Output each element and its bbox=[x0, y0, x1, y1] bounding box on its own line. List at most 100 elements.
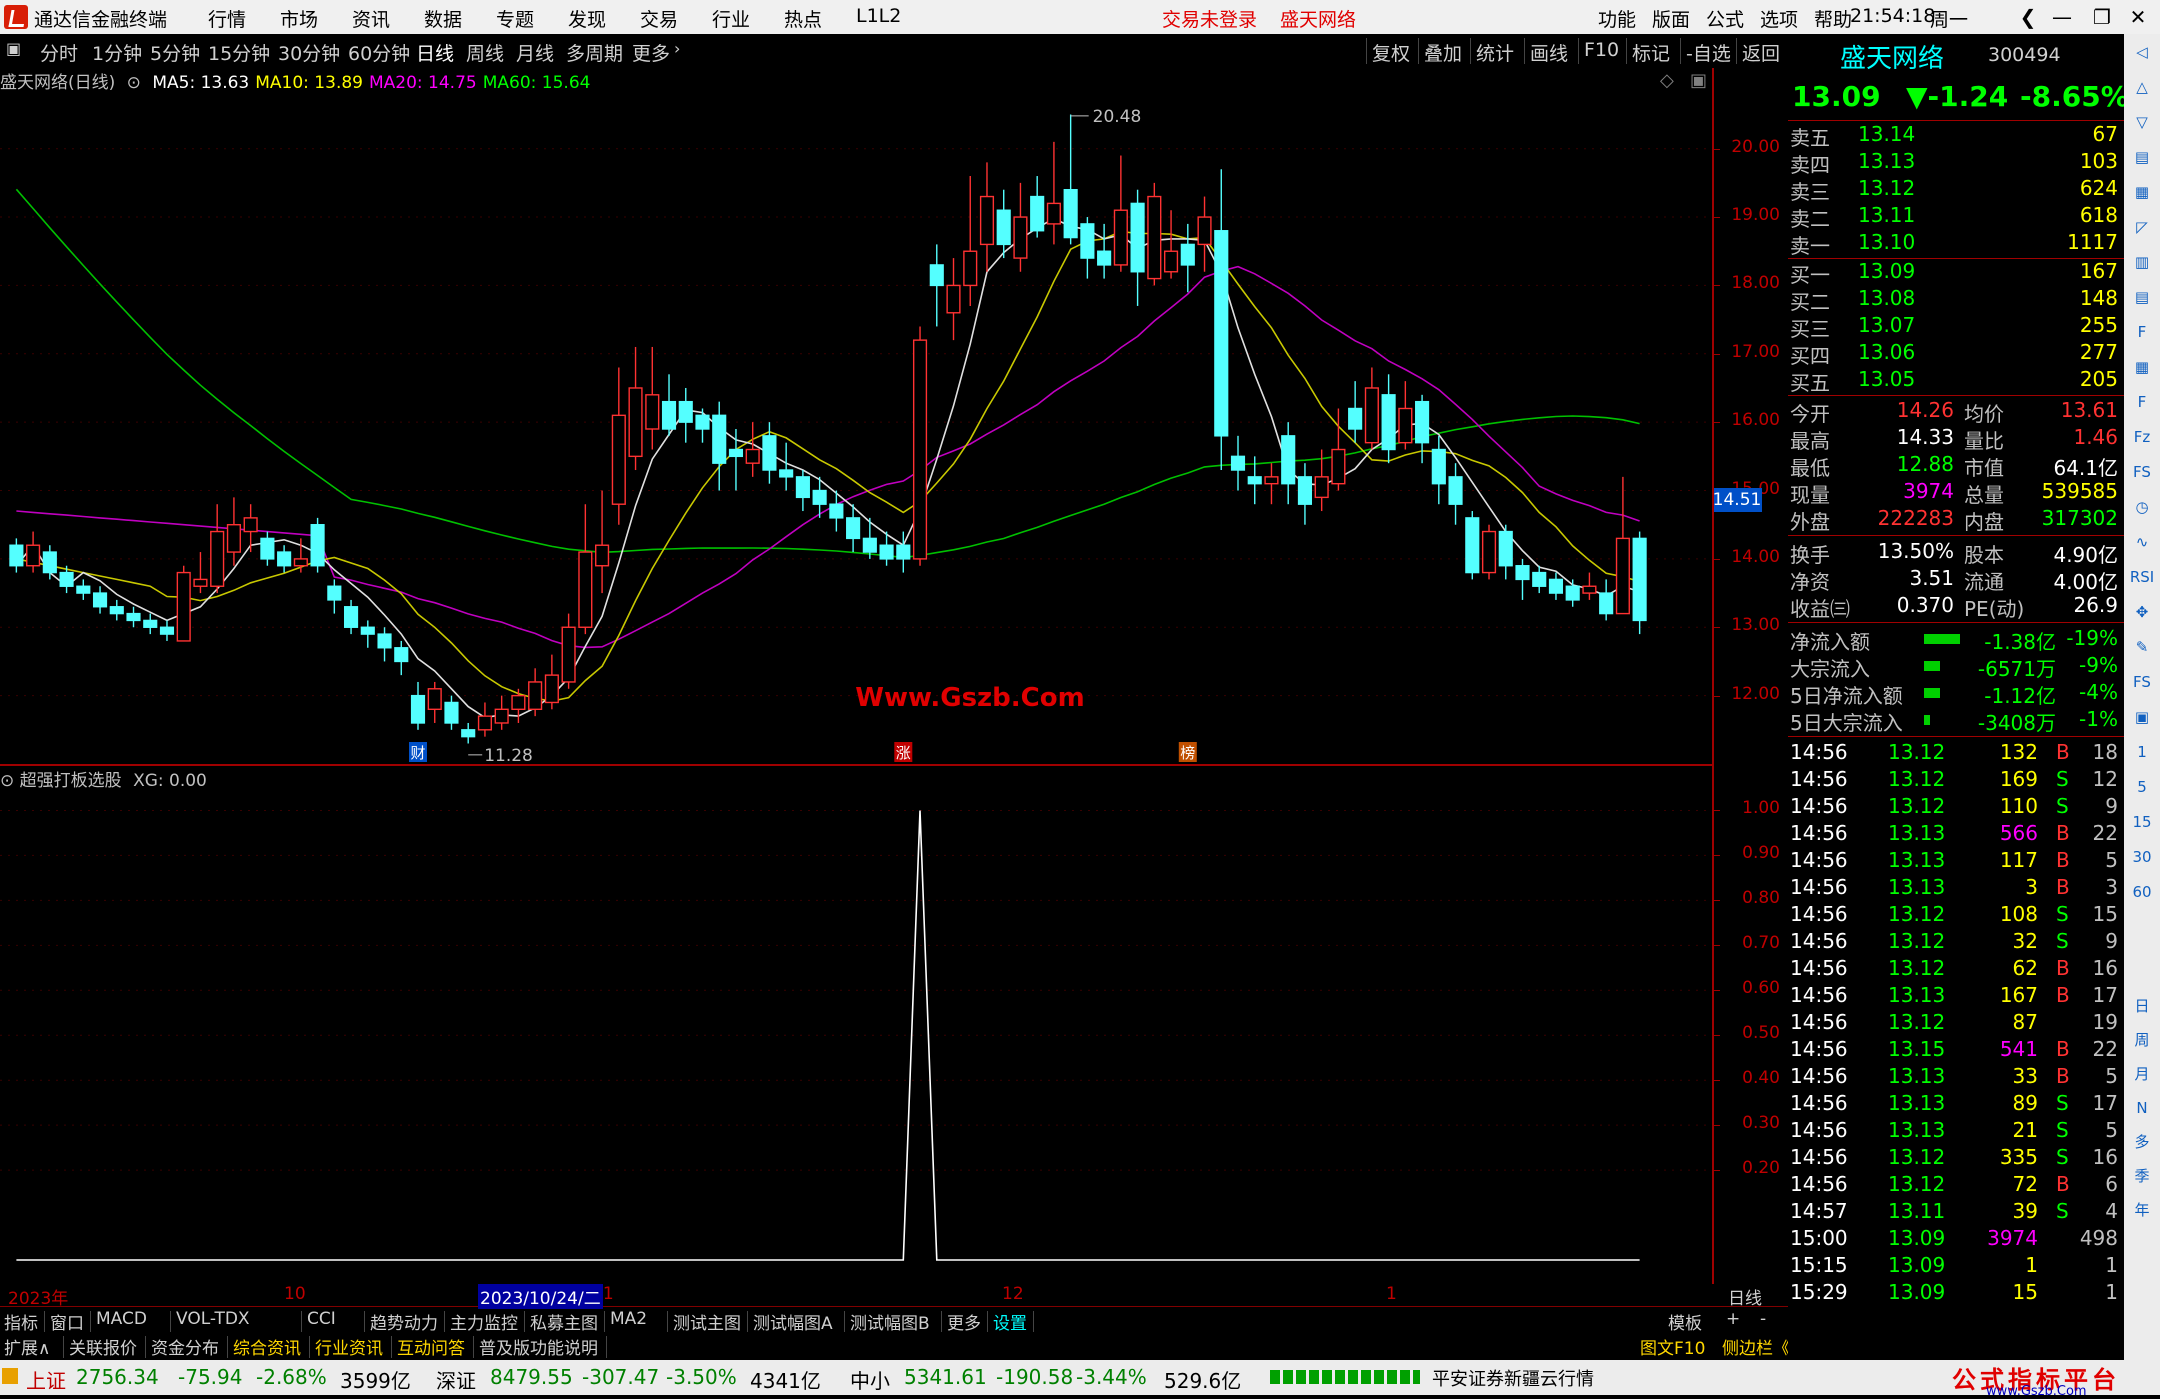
right-menu-item[interactable]: 帮助 bbox=[1814, 5, 1852, 32]
candle-body[interactable] bbox=[1364, 387, 1379, 444]
candle-body[interactable] bbox=[762, 435, 777, 471]
candle-body[interactable] bbox=[126, 612, 141, 622]
rt-period-0[interactable]: 日 bbox=[2128, 992, 2156, 1020]
toolbar-btn-4[interactable]: F10 bbox=[1584, 39, 1619, 61]
candle-body[interactable] bbox=[1431, 448, 1446, 485]
candle-body[interactable] bbox=[293, 558, 308, 567]
candle-body[interactable] bbox=[812, 489, 827, 505]
bid-row[interactable]: 买二 13.08 148 bbox=[1788, 286, 2124, 314]
candle-body[interactable] bbox=[1013, 216, 1028, 259]
toolbar-btn-2[interactable]: 统计 bbox=[1476, 39, 1514, 66]
menu-item[interactable]: 市场 bbox=[280, 5, 318, 32]
right-menu-item[interactable]: 版面 bbox=[1652, 5, 1690, 32]
candle-body[interactable] bbox=[1080, 223, 1095, 259]
menu-item[interactable]: 发现 bbox=[568, 5, 606, 32]
candle-body[interactable] bbox=[1046, 202, 1061, 225]
candle-body[interactable] bbox=[1113, 209, 1128, 266]
kline-chart[interactable]: 20.48 11.28 Www.Gszb.Com 财 涨 榜 bbox=[0, 94, 1712, 764]
rt-period-4[interactable]: 多 bbox=[2128, 1128, 2156, 1156]
rt-num15-icon[interactable]: 15 bbox=[2128, 808, 2156, 836]
indicator-chart[interactable] bbox=[0, 766, 1712, 1276]
candle-body[interactable] bbox=[1348, 407, 1363, 430]
toolbar-btn-1[interactable]: 叠加 bbox=[1424, 39, 1462, 66]
candle-body[interactable] bbox=[1097, 250, 1112, 266]
rt-fs-icon[interactable]: FS bbox=[2128, 458, 2156, 486]
rt-f-icon[interactable]: F bbox=[2128, 388, 2156, 416]
indicator-tab-7[interactable]: 私募主图 bbox=[530, 1309, 598, 1334]
rt-num1-icon[interactable]: 1 bbox=[2128, 738, 2156, 766]
candle-body[interactable] bbox=[1297, 476, 1313, 505]
bid-row[interactable]: 买一 13.09 167 bbox=[1788, 259, 2124, 287]
menu-item[interactable]: 数据 bbox=[424, 5, 462, 32]
ask-row[interactable]: 卖二 13.11 618 bbox=[1788, 203, 2124, 231]
ask-row[interactable]: 卖五 13.14 67 bbox=[1788, 122, 2124, 150]
tab2-right-1[interactable]: 侧边栏《 bbox=[1722, 1334, 1790, 1359]
toolbar-btn-0[interactable]: 复权 bbox=[1372, 39, 1410, 66]
info-tab-2[interactable]: 资金分布 bbox=[151, 1334, 219, 1359]
candle-body[interactable] bbox=[779, 469, 794, 478]
tab2-right-0[interactable]: 图文F10 bbox=[1640, 1334, 1705, 1359]
bid-row[interactable]: 买四 13.06 277 bbox=[1788, 340, 2124, 368]
candle-body[interactable] bbox=[528, 681, 543, 711]
indicator-tab-0[interactable]: 指标 bbox=[4, 1309, 38, 1334]
candle-body[interactable] bbox=[946, 284, 961, 314]
tab-right-0[interactable]: 模板 bbox=[1668, 1309, 1702, 1334]
indicator-tab-3[interactable]: VOL-TDX bbox=[176, 1309, 250, 1329]
period-5[interactable]: 60分钟 bbox=[348, 39, 410, 66]
rt-wave-icon[interactable]: ∿ bbox=[2128, 528, 2156, 556]
rt-fs2-icon[interactable]: FS bbox=[2128, 668, 2156, 696]
candle-body[interactable] bbox=[1465, 517, 1480, 574]
candle-body[interactable] bbox=[394, 647, 409, 663]
candle-body[interactable] bbox=[862, 537, 877, 553]
indicator-tab-13[interactable]: 设置 bbox=[993, 1309, 1027, 1334]
candle-body[interactable] bbox=[1130, 202, 1145, 273]
right-menu-item[interactable]: 功能 bbox=[1598, 5, 1636, 32]
indicator-tab-11[interactable]: 测试幅图B bbox=[850, 1309, 930, 1334]
info-tab-6[interactable]: 普及版功能说明 bbox=[479, 1334, 598, 1359]
rt-clock-icon[interactable]: ◷ bbox=[2128, 493, 2156, 521]
info-tab-0[interactable]: 扩展∧ bbox=[4, 1334, 50, 1359]
toolbar-btn-7[interactable]: 返回 bbox=[1742, 39, 1780, 66]
indicator-tab-8[interactable]: MA2 bbox=[610, 1309, 647, 1329]
candle-body[interactable] bbox=[963, 250, 978, 287]
candle-body[interactable] bbox=[1498, 530, 1513, 567]
indicator-tab-4[interactable]: CCI bbox=[307, 1309, 336, 1329]
candle-body[interactable] bbox=[1582, 585, 1597, 594]
tab-right-2[interactable]: - bbox=[1760, 1309, 1766, 1329]
candle-body[interactable] bbox=[360, 626, 375, 635]
candle-body[interactable] bbox=[159, 626, 175, 635]
bid-row[interactable]: 买三 13.07 255 bbox=[1788, 313, 2124, 341]
candle-body[interactable] bbox=[611, 414, 626, 505]
rt-num5-icon[interactable]: 5 bbox=[2128, 773, 2156, 801]
event-mark[interactable]: 财 bbox=[410, 744, 425, 762]
candle-body[interactable] bbox=[561, 626, 576, 683]
indicator-tab-12[interactable]: 更多 bbox=[947, 1309, 981, 1334]
candle-body[interactable] bbox=[829, 503, 844, 519]
menu-item[interactable]: L1L2 bbox=[856, 5, 901, 27]
rt-period-3[interactable]: N bbox=[2128, 1094, 2156, 1122]
back-icon[interactable]: ❮ bbox=[2012, 3, 2044, 31]
candle-body[interactable] bbox=[427, 688, 442, 711]
candle-body[interactable] bbox=[1314, 476, 1329, 499]
candle-body[interactable] bbox=[1281, 435, 1296, 485]
candle-body[interactable] bbox=[461, 729, 476, 738]
candle-body[interactable] bbox=[1548, 578, 1564, 594]
candle-body[interactable] bbox=[728, 448, 744, 458]
indicator-tab-9[interactable]: 测试主图 bbox=[673, 1309, 741, 1334]
candle-body[interactable] bbox=[1063, 189, 1078, 239]
toolbar-btn-5[interactable]: 标记 bbox=[1632, 39, 1670, 66]
indicator-tab-10[interactable]: 测试幅图A bbox=[753, 1309, 833, 1334]
candle-body[interactable] bbox=[1481, 530, 1497, 574]
candle-body[interactable] bbox=[477, 715, 493, 731]
candle-body[interactable] bbox=[327, 585, 342, 601]
candle-body[interactable] bbox=[42, 551, 57, 574]
candle-body[interactable] bbox=[1030, 195, 1045, 232]
rt-stock-icon[interactable]: ◁ bbox=[2128, 38, 2156, 66]
period-10[interactable]: 更多 bbox=[632, 39, 670, 66]
close-icon[interactable]: ✕ bbox=[2122, 3, 2154, 31]
rt-line-chart-icon[interactable]: ◸ bbox=[2128, 213, 2156, 241]
rt-period-2[interactable]: 月 bbox=[2128, 1060, 2156, 1088]
candle-body[interactable] bbox=[310, 524, 325, 567]
period-2[interactable]: 5分钟 bbox=[150, 39, 200, 66]
candle-body[interactable] bbox=[846, 517, 861, 540]
